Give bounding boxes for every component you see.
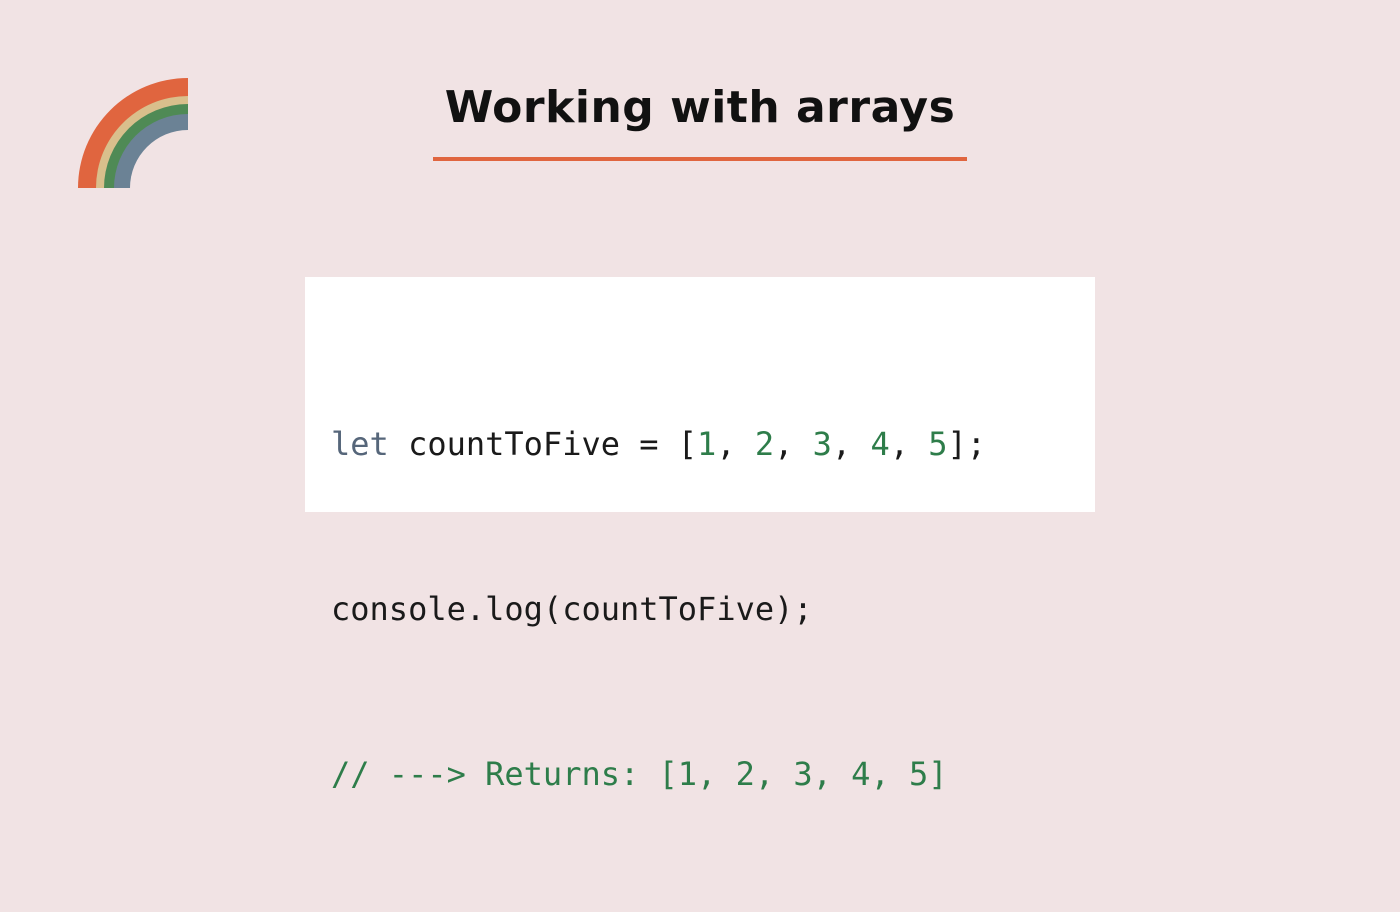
code-separator: , xyxy=(889,425,929,463)
code-separator: , xyxy=(774,425,813,463)
code-number: 2 xyxy=(754,425,775,463)
code-line-1: let countToFive = [1, 2, 3, 4, 5]; xyxy=(331,417,986,472)
code-separator: , xyxy=(716,425,755,463)
code-separator: , xyxy=(831,425,871,463)
code-line-end: ]; xyxy=(947,425,987,463)
code-number: 3 xyxy=(812,425,832,463)
code-number: 1 xyxy=(697,425,717,463)
code-block: let countToFive = [1, 2, 3, 4, 5]; conso… xyxy=(331,307,986,912)
code-number: 4 xyxy=(870,425,890,463)
code-declaration: countToFive = [ xyxy=(388,425,698,463)
code-keyword-let: let xyxy=(331,425,389,463)
code-snippet-card: let countToFive = [1, 2, 3, 4, 5]; conso… xyxy=(305,277,1095,793)
code-number: 5 xyxy=(928,425,948,463)
code-line-2: console.log(countToFive); xyxy=(331,590,813,628)
title-underline xyxy=(433,157,967,161)
code-line-3-comment: // ---> Returns: [1, 2, 3, 4, 5] xyxy=(331,755,948,793)
page-title: Working with arrays xyxy=(444,82,956,133)
